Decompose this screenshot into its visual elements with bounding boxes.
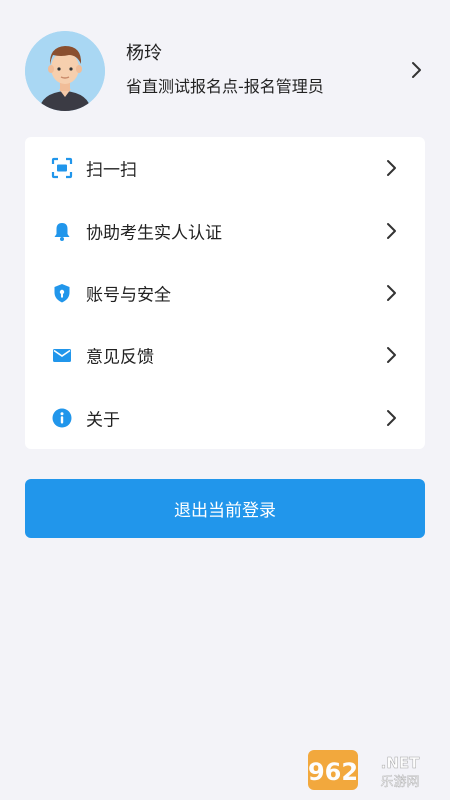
chevron-right-icon[interactable] xyxy=(410,60,424,80)
menu-card: 扫一扫 协助考生实人认证 账号与安全 意见反馈 关于 xyxy=(25,137,425,449)
chevron-right-icon xyxy=(387,284,396,301)
watermark-logo: 962 .NET 乐游网 xyxy=(308,750,420,790)
chevron-right-icon xyxy=(387,347,396,364)
profile-text: 杨玲 省直测试报名点-报名管理员 xyxy=(126,42,324,98)
mail-icon xyxy=(51,344,73,366)
logout-button[interactable]: 退出当前登录 xyxy=(25,479,425,538)
menu-label-about: 关于 xyxy=(86,410,120,431)
menu-label-identity-verification: 协助考生实人认证 xyxy=(86,223,222,244)
shield-icon xyxy=(51,282,73,304)
user-name: 杨玲 xyxy=(126,43,162,64)
svg-text:.NET: .NET xyxy=(381,754,420,772)
menu-item-feedback[interactable]: 意见反馈 xyxy=(25,324,425,386)
menu-label-feedback: 意见反馈 xyxy=(86,347,154,368)
profile-page: 杨玲 省直测试报名点-报名管理员 扫一扫 协助考生实人认证 账号与安全 意见反馈… xyxy=(0,0,450,800)
bell-icon xyxy=(51,220,73,242)
menu-label-account-security: 账号与安全 xyxy=(86,285,171,306)
avatar xyxy=(25,31,105,111)
chevron-right-icon xyxy=(387,409,396,426)
svg-text:962: 962 xyxy=(308,758,358,786)
chevron-right-icon xyxy=(387,222,396,239)
menu-item-scan[interactable]: 扫一扫 xyxy=(25,137,425,199)
profile-header[interactable]: 杨玲 省直测试报名点-报名管理员 xyxy=(0,28,450,118)
menu-item-identity-verification[interactable]: 协助考生实人认证 xyxy=(25,199,425,261)
menu-item-about[interactable]: 关于 xyxy=(25,387,425,449)
avatar-illustration xyxy=(25,31,105,111)
scan-icon xyxy=(51,157,73,179)
user-role: 省直测试报名点-报名管理员 xyxy=(126,77,324,96)
svg-text:乐游网: 乐游网 xyxy=(380,775,419,790)
menu-item-account-security[interactable]: 账号与安全 xyxy=(25,262,425,324)
menu-label-scan: 扫一扫 xyxy=(86,160,137,181)
info-icon xyxy=(51,407,73,429)
chevron-right-icon xyxy=(387,160,396,177)
